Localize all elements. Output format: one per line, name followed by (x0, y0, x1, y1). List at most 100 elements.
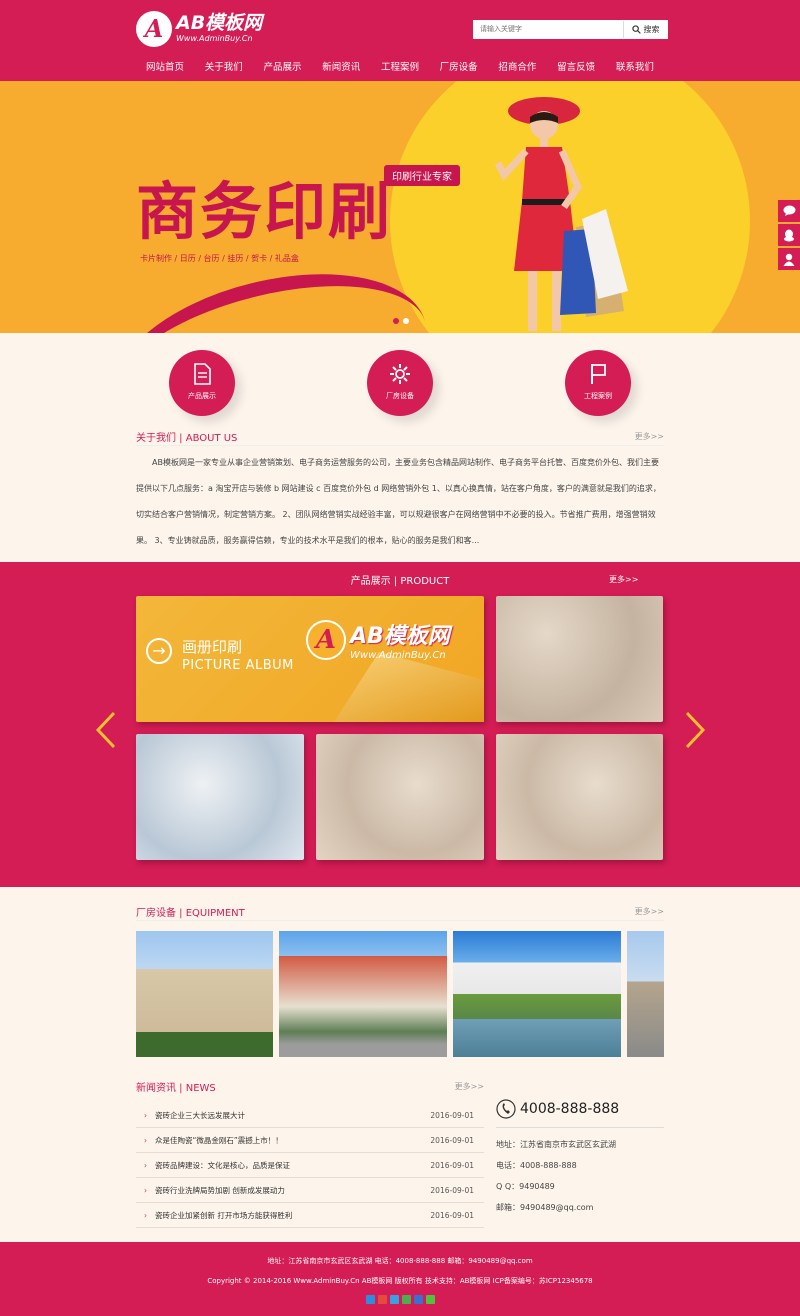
quick-links: 产品展示 厂房设备 工程案例 (0, 333, 800, 428)
album-title-en: PICTURE ALBUM (182, 658, 294, 673)
search-box: 搜索 (473, 20, 668, 39)
product-title: 产品展示 | PRODUCT (350, 576, 450, 587)
share-tencent-icon[interactable] (389, 1295, 399, 1304)
nav-item-news[interactable]: 新闻资讯 (318, 59, 364, 77)
gear-icon (390, 364, 410, 384)
news-item[interactable]: 瓷砖企业三大长远发展大计 2016-09-01 (136, 1103, 484, 1128)
news-more-link[interactable]: 更多>> (455, 1081, 484, 1092)
qq-icon (784, 229, 794, 241)
banner-tag: 印刷行业专家 (384, 165, 460, 186)
product-tile[interactable] (136, 734, 304, 860)
site-logo[interactable]: A AB模板网 Www.AdminBuy.Cn (136, 10, 262, 48)
chat-icon (783, 205, 795, 216)
news-item-title: 瓷砖企业加紧创新 打开市场方能获得胜利 (136, 1203, 292, 1227)
share-douban-icon[interactable] (413, 1295, 423, 1304)
main-nav: 网站首页 关于我们 产品展示 新闻资讯 工程案例 厂房设备 招商合作 留言反馈 … (0, 59, 800, 77)
banner-headline: 商务印刷 (136, 175, 393, 248)
product-section: 产品展示 | PRODUCT 更多>> → 画册印刷 PICTURE ALBUM… (0, 562, 800, 887)
side-chat-button[interactable] (778, 200, 800, 222)
news-item[interactable]: 瓷砖品牌建设：文化是核心，品质是保证 2016-09-01 (136, 1153, 484, 1178)
about-title: 关于我们 | ABOUT US (136, 433, 238, 444)
arrow-right-icon: → (146, 638, 172, 664)
equipment-gallery (136, 931, 664, 1057)
banner-dot-2[interactable] (403, 318, 409, 324)
contact-qq: Q Q：9490489 (496, 1182, 555, 1191)
album-book-image (334, 652, 484, 722)
product-tile[interactable] (496, 596, 663, 722)
search-button[interactable]: 搜索 (623, 21, 667, 38)
banner-dot-1[interactable] (393, 318, 399, 324)
nav-item-feedback[interactable]: 留言反馈 (553, 59, 599, 77)
quick-link-label: 厂房设备 (386, 392, 414, 400)
news-item-title: 瓷砖企业三大长远发展大计 (136, 1103, 245, 1127)
product-tile[interactable] (496, 734, 663, 860)
equipment-photo[interactable] (453, 931, 621, 1057)
equipment-section: 厂房设备 | EQUIPMENT 更多>> (136, 903, 664, 1057)
news-item-title: 瓷砖行业洗牌局势加剧 创新成发展动力 (136, 1178, 285, 1202)
banner-subline: 卡片制作 / 日历 / 台历 / 挂历 / 贺卡 / 礼品盒 (140, 254, 299, 263)
nav-item-contact[interactable]: 联系我们 (612, 59, 658, 77)
quick-link-label: 产品展示 (188, 392, 216, 400)
carousel-next-arrow[interactable] (683, 710, 707, 750)
watermark-logo: A AB模板网 Www.AdminBuy.Cn (306, 618, 450, 661)
contact-tel: 电话：4008-888-888 (496, 1161, 577, 1170)
watermark-title: AB模板网 (350, 624, 450, 649)
search-icon (631, 25, 641, 34)
flag-icon (591, 364, 606, 384)
quick-link-label: 工程案例 (584, 392, 612, 400)
nav-item-home[interactable]: 网站首页 (142, 59, 188, 77)
equipment-photo[interactable] (627, 931, 664, 1057)
contact-email: 邮箱：9490489@qq.com (496, 1203, 594, 1212)
news-item[interactable]: 瓷砖企业加紧创新 打开市场方能获得胜利 2016-09-01 (136, 1203, 484, 1228)
news-contact-row: 新闻资讯 | NEWS 更多>> 瓷砖企业三大长远发展大计2016-09-01 … (136, 1077, 664, 1228)
side-toolbar (778, 200, 800, 272)
contact-address: 地址：江苏省南京市玄武区玄武湖 (496, 1140, 616, 1149)
side-qq-button[interactable] (778, 224, 800, 246)
nav-item-products[interactable]: 产品展示 (259, 59, 305, 77)
news-section: 新闻资讯 | NEWS 更多>> 瓷砖企业三大长远发展大计2016-09-01 … (136, 1077, 484, 1228)
share-bar (0, 1295, 800, 1304)
about-more-link[interactable]: 更多>> (635, 431, 664, 442)
site-header: A AB模板网 Www.AdminBuy.Cn 搜索 网站首页 关于我们 产品展… (0, 0, 800, 81)
equipment-more-link[interactable]: 更多>> (635, 906, 664, 917)
equipment-photo[interactable] (136, 931, 273, 1057)
logo-subtitle: Www.AdminBuy.Cn (176, 34, 253, 43)
news-item-date: 2016-09-01 (430, 1186, 474, 1195)
site-footer: 地址：江苏省南京市玄武区玄武湖 电话：4008-888-888 邮箱：94904… (0, 1242, 800, 1316)
product-tile[interactable] (316, 734, 484, 860)
news-title: 新闻资讯 | NEWS (136, 1082, 216, 1094)
share-renren-icon[interactable] (401, 1295, 411, 1304)
product-more-link[interactable]: 更多>> (609, 574, 638, 585)
equipment-photo[interactable] (279, 931, 447, 1057)
hero-banner[interactable]: 商务印刷 印刷行业专家 卡片制作 / 日历 / 台历 / 挂历 / 贺卡 / 礼… (0, 81, 800, 333)
news-item-date: 2016-09-01 (430, 1161, 474, 1170)
contact-panel: 4008-888-888 地址：江苏省南京市玄武区玄武湖 电话：4008-888… (496, 1077, 664, 1223)
document-icon (194, 363, 211, 385)
share-wechat-icon[interactable] (425, 1295, 435, 1304)
quick-link-equipment[interactable]: 厂房设备 (367, 350, 433, 416)
share-qzone-icon[interactable] (365, 1295, 375, 1304)
news-item-date: 2016-09-01 (430, 1136, 474, 1145)
user-icon (783, 253, 795, 266)
about-text: AB模板网是一家专业从事企业营销策划、电子商务运营服务的公司，主要业务包含精品网… (136, 458, 661, 545)
share-weibo-icon[interactable] (377, 1295, 387, 1304)
news-item[interactable]: 瓷砖行业洗牌局势加剧 创新成发展动力 2016-09-01 (136, 1178, 484, 1203)
side-user-button[interactable] (778, 248, 800, 270)
logo-title: AB模板网 (176, 12, 263, 34)
news-item-title: 众是佳陶瓷“微晶金刚石”震撼上市！！ (136, 1128, 283, 1152)
quick-link-products[interactable]: 产品展示 (169, 350, 235, 416)
nav-item-cases[interactable]: 工程案例 (377, 59, 423, 77)
news-item-date: 2016-09-01 (430, 1211, 474, 1220)
nav-item-equipment[interactable]: 厂房设备 (436, 59, 482, 77)
about-section: 关于我们 | ABOUT US 更多>> AB模板网是一家专业从事企业营销策划、… (136, 428, 664, 554)
search-input[interactable] (474, 21, 623, 38)
news-item[interactable]: 众是佳陶瓷“微晶金刚石”震撼上市！！ 2016-09-01 (136, 1128, 484, 1153)
equipment-title: 厂房设备 | EQUIPMENT (136, 908, 245, 919)
logo-mark: A (136, 11, 172, 47)
nav-item-investment[interactable]: 招商合作 (494, 59, 540, 77)
nav-item-about[interactable]: 关于我们 (201, 59, 247, 77)
quick-link-cases[interactable]: 工程案例 (565, 350, 631, 416)
carousel-prev-arrow[interactable] (94, 710, 118, 750)
banner-model-image (494, 97, 628, 331)
news-item-title: 瓷砖品牌建设：文化是核心，品质是保证 (136, 1153, 290, 1177)
